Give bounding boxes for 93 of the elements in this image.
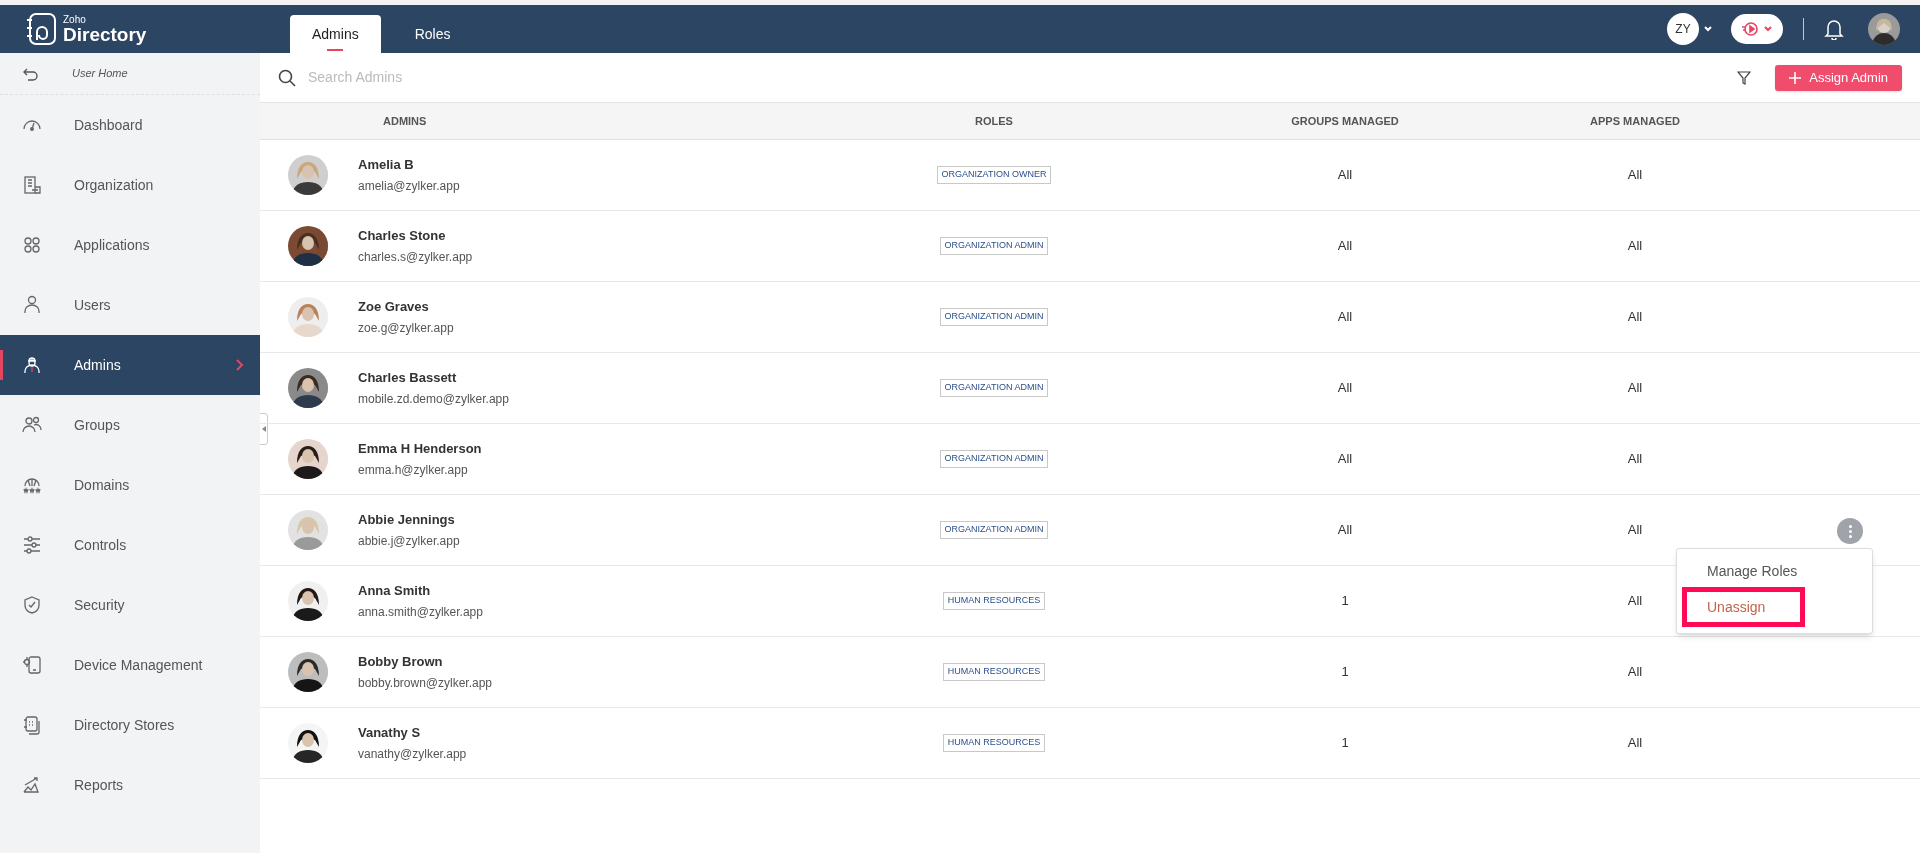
admin-name: Bobby Brown <box>358 652 444 671</box>
table-cell-text: All <box>1337 166 1353 185</box>
sidebar-item[interactable]: Security <box>0 575 260 635</box>
role-tag: HUMAN RESOURCES <box>942 663 1046 681</box>
admin-email: amelia@zylker.app <box>358 178 460 196</box>
table-cell-text: All <box>1337 450 1353 469</box>
sidebar-item[interactable]: Organization <box>0 155 260 215</box>
globe-icon <box>22 475 42 495</box>
column-header: ADMINS <box>382 113 428 129</box>
table-cell-text: All <box>1627 592 1643 611</box>
admin-name: Amelia B <box>358 155 415 174</box>
caret-icon <box>1763 25 1773 33</box>
table-cell-text: All <box>1337 237 1353 256</box>
role-tag: ORGANIZATION ADMIN <box>939 450 1049 468</box>
tab[interactable]: Admins <box>290 15 381 53</box>
table-cell-text: All <box>1337 308 1353 327</box>
apps-icon <box>22 235 42 255</box>
table-cell-text: All <box>1337 521 1353 540</box>
column-header: ROLES <box>974 113 1014 129</box>
logo-icon <box>25 12 57 46</box>
menu-item[interactable]: Manage Roles <box>1677 555 1872 587</box>
admin-email: emma.h@zylker.app <box>358 462 469 480</box>
sidebar-item[interactable]: Domains <box>0 455 260 515</box>
table-cell-text: 1 <box>1341 734 1349 753</box>
column-header: GROUPS MANAGED <box>1290 113 1400 129</box>
search-icon <box>278 68 296 87</box>
sidebar-item[interactable]: Groups <box>0 395 260 455</box>
sidebar-item[interactable]: Device Management <box>0 635 260 695</box>
table-cell-text: All <box>1627 663 1643 682</box>
table-cell-text: 1 <box>1341 592 1349 611</box>
table-cell-text: All <box>1337 379 1353 398</box>
collapse-handle[interactable] <box>259 413 268 445</box>
column-header: APPS MANAGED <box>1589 113 1681 129</box>
sidebar-item[interactable]: Controls <box>0 515 260 575</box>
sidebar-item[interactable]: Dashboard <box>0 95 260 155</box>
brand-subtitle: Zoho <box>63 14 87 25</box>
admin-email: vanathy@zylker.app <box>358 746 467 764</box>
device-icon <box>22 655 42 675</box>
role-tag: HUMAN RESOURCES <box>942 734 1046 752</box>
admin-name: Abbie Jennings <box>358 510 456 529</box>
search-field[interactable]: Search Admins <box>308 67 708 88</box>
table-cell-text: All <box>1627 734 1643 753</box>
sidebar-item[interactable]: Admins <box>0 335 260 395</box>
role-tag: HUMAN RESOURCES <box>942 592 1046 610</box>
table-cell-text: All <box>1627 379 1643 398</box>
sidebar-item[interactable]: Applications <box>0 215 260 275</box>
filter-icon[interactable] <box>1737 70 1752 85</box>
sliders-icon <box>22 535 42 555</box>
caret-icon[interactable] <box>1703 25 1713 33</box>
table-cell-text: All <box>1627 237 1643 256</box>
table-cell-text: All <box>1627 166 1643 185</box>
table-cell-text: 1 <box>1341 663 1349 682</box>
role-tag: ORGANIZATION OWNER <box>936 166 1052 184</box>
menu-item[interactable]: Unassign <box>1682 587 1805 627</box>
user-icon <box>22 295 42 315</box>
admin-email: anna.smith@zylker.app <box>358 604 483 622</box>
admin-email: bobby.brown@zylker.app <box>358 675 493 693</box>
admin-name: Emma H Henderson <box>358 439 482 458</box>
admin-name: Zoe Graves <box>358 297 430 316</box>
role-tag: ORGANIZATION ADMIN <box>939 521 1049 539</box>
admin-icon <box>22 355 42 375</box>
sidebar-item[interactable]: Reports <box>0 755 260 815</box>
chevron-icon <box>236 359 244 371</box>
admin-name: Charles Stone <box>358 226 447 245</box>
role-tag: ORGANIZATION ADMIN <box>939 379 1049 397</box>
admin-email: charles.s@zylker.app <box>358 249 473 267</box>
play-icon <box>1741 21 1759 37</box>
sidebar-item[interactable]: Users <box>0 275 260 335</box>
chart-icon <box>22 775 42 795</box>
admin-email: mobile.zd.demo@zylker.app <box>358 391 509 409</box>
plus-icon <box>1789 71 1802 84</box>
table-cell-text: All <box>1627 308 1643 327</box>
brand-name: Directory <box>63 24 147 44</box>
shield-icon <box>22 595 42 615</box>
sidebar-item[interactable]: Directory Stores <box>0 695 260 755</box>
admin-email: zoe.g@zylker.app <box>358 320 454 338</box>
admin-email: abbie.j@zylker.app <box>358 533 460 551</box>
bell-icon[interactable] <box>1824 18 1844 40</box>
role-tag: ORGANIZATION ADMIN <box>939 237 1049 255</box>
admin-name: Anna Smith <box>358 581 432 600</box>
admin-name: Vanathy S <box>358 723 422 742</box>
store-icon <box>22 715 42 735</box>
org-avatar[interactable]: ZY <box>1667 13 1699 45</box>
role-tag: ORGANIZATION ADMIN <box>939 308 1049 326</box>
recording-button[interactable] <box>1731 14 1783 44</box>
tab[interactable]: Roles <box>380 15 485 53</box>
assign-admin-button[interactable]: Assign Admin <box>1775 64 1902 91</box>
table-cell-text: All <box>1627 450 1643 469</box>
group-icon <box>22 415 42 435</box>
back-link[interactable]: User Home <box>0 53 260 95</box>
building-icon <box>22 175 42 195</box>
admin-name: Charles Bassett <box>358 368 458 387</box>
table-cell-text: All <box>1627 521 1643 540</box>
